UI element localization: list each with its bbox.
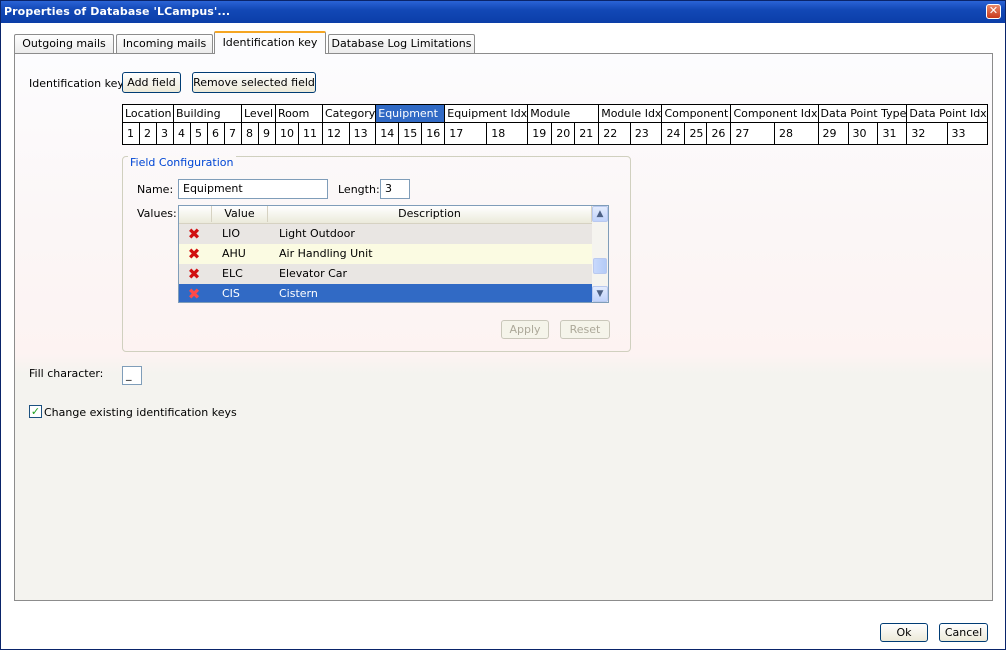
key-position: 16 [421, 122, 446, 145]
ok-button[interactable]: Ok [880, 623, 928, 642]
window-title: Properties of Database 'LCampus'... [4, 5, 231, 18]
value-cell: AHU [222, 247, 246, 260]
values-grid-header: Value Description [179, 206, 592, 224]
description-cell: Elevator Car [279, 267, 348, 280]
key-position: 23 [629, 122, 663, 145]
key-position: 22 [598, 122, 631, 145]
key-position: 12 [322, 122, 350, 145]
key-position: 4 [173, 122, 191, 145]
value-column-header[interactable]: Value [212, 206, 268, 222]
key-field-data-point-idx[interactable]: Data Point Idx [906, 104, 988, 123]
scroll-up-icon[interactable]: ▲ [592, 206, 608, 222]
key-position: 11 [298, 122, 323, 145]
key-position: 5 [190, 122, 208, 145]
value-row[interactable]: ✖ LIO Light Outdoor [179, 224, 592, 244]
key-field-equipment[interactable]: Equipment [375, 104, 446, 123]
reset-button[interactable]: Reset [560, 320, 610, 339]
key-position: 18 [486, 122, 529, 145]
key-position: 2 [139, 122, 157, 145]
values-label: Values: [137, 207, 177, 220]
delete-icon[interactable]: ✖ [187, 247, 201, 262]
key-position: 9 [258, 122, 276, 145]
key-position: 8 [241, 122, 259, 145]
change-existing-label[interactable]: Change existing identification keys [44, 406, 237, 419]
identification-key-label: Identification key: [29, 77, 127, 90]
delete-icon[interactable]: ✖ [187, 227, 201, 242]
value-cell: LIO [222, 227, 241, 240]
cancel-button[interactable]: Cancel [939, 623, 988, 642]
key-position: 31 [877, 122, 908, 145]
remove-selected-field-button[interactable]: Remove selected field [192, 72, 316, 93]
scroll-thumb[interactable] [593, 258, 607, 274]
tab-identification-key[interactable]: Identification key [214, 31, 326, 54]
change-existing-checkbox[interactable]: ✓ [29, 405, 42, 418]
key-position: 7 [224, 122, 242, 145]
key-position: 1 [122, 122, 140, 145]
key-position: 28 [773, 122, 819, 145]
description-cell: Air Handling Unit [279, 247, 373, 260]
properties-dialog: Properties of Database 'LCampus'... ✕ Ou… [0, 0, 1006, 650]
length-field[interactable]: 3 [380, 179, 410, 199]
key-field-building[interactable]: Building [173, 104, 242, 123]
description-cell: Light Outdoor [279, 227, 355, 240]
value-row[interactable]: ✖ ELC Elevator Car [179, 264, 592, 284]
key-position: 10 [275, 122, 299, 145]
key-position: 13 [348, 122, 377, 145]
delete-icon[interactable]: ✖ [187, 267, 201, 282]
key-position: 30 [847, 122, 879, 145]
title-bar[interactable]: Properties of Database 'LCampus'... ✕ [1, 1, 1005, 23]
key-position: 32 [906, 122, 948, 145]
fill-character-field[interactable]: _ [122, 366, 142, 385]
length-label: Length: [338, 183, 380, 196]
key-field-module-idx[interactable]: Module Idx [598, 104, 663, 123]
key-position: 27 [730, 122, 775, 145]
identification-key-grid[interactable]: Location Building Level Room Category Eq… [122, 104, 988, 145]
key-field-equipment-idx[interactable]: Equipment Idx [444, 104, 529, 123]
name-label: Name: [137, 183, 174, 196]
name-field[interactable]: Equipment [178, 179, 328, 199]
value-row[interactable]: ✖ AHU Air Handling Unit [179, 244, 592, 264]
delete-column-header [179, 206, 212, 222]
key-position: 33 [946, 122, 988, 145]
key-position: 20 [551, 122, 576, 145]
delete-icon[interactable]: ✖ [187, 287, 201, 302]
key-position: 19 [527, 122, 553, 145]
fill-character-label: Fill character: [29, 367, 104, 380]
description-column-header[interactable]: Description [268, 206, 592, 222]
description-cell: Cistern [279, 287, 318, 300]
add-field-button[interactable]: Add field [122, 72, 181, 93]
tab-incoming-mails[interactable]: Incoming mails [116, 34, 213, 53]
scroll-down-icon[interactable]: ▼ [592, 286, 608, 302]
value-cell: ELC [222, 267, 243, 280]
key-position: 15 [398, 122, 423, 145]
tab-database-log-limitations[interactable]: Database Log Limitations [328, 34, 475, 53]
field-configuration-legend: Field Configuration [128, 156, 236, 169]
key-position: 14 [375, 122, 400, 145]
key-field-category[interactable]: Category [321, 104, 377, 123]
key-position: 24 [661, 122, 686, 145]
key-position: 21 [574, 122, 600, 145]
key-position: 3 [156, 122, 174, 145]
values-scrollbar[interactable]: ▲ ▼ [592, 206, 608, 302]
value-cell: CIS [222, 287, 240, 300]
key-position: 25 [684, 122, 708, 145]
key-field-room[interactable]: Room [275, 104, 323, 123]
key-field-module[interactable]: Module [527, 104, 600, 123]
key-field-component[interactable]: Component [661, 104, 732, 123]
key-position: 6 [207, 122, 225, 145]
key-field-location[interactable]: Location [122, 104, 174, 123]
close-icon[interactable]: ✕ [986, 4, 1001, 19]
values-grid[interactable]: Value Description ✖ LIO Light Outdoor ✖ … [178, 205, 609, 303]
key-position: 17 [444, 122, 488, 145]
value-row-selected[interactable]: ✖ CIS Cistern [179, 284, 592, 302]
key-field-component-idx[interactable]: Component Idx [730, 104, 819, 123]
key-field-level[interactable]: Level [241, 104, 276, 123]
key-position: 26 [706, 122, 732, 145]
tab-outgoing-mails[interactable]: Outgoing mails [14, 34, 114, 53]
apply-button[interactable]: Apply [501, 320, 549, 339]
key-position: 29 [817, 122, 849, 145]
key-field-data-point-type[interactable]: Data Point Type [817, 104, 908, 123]
